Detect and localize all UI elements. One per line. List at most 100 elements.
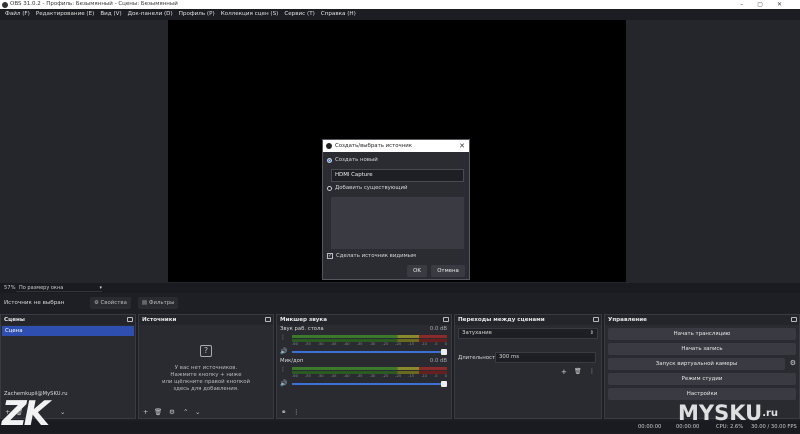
zoom-percent: 57% [4, 285, 16, 291]
level-meter [292, 367, 447, 370]
channel-menu-icon[interactable]: ⋮ [280, 334, 286, 341]
scene-item[interactable]: Сцена [2, 326, 134, 336]
existing-sources-list[interactable] [331, 197, 464, 249]
source-name-input[interactable]: HDMI Capture [331, 169, 464, 182]
sources-title: Источники [142, 317, 177, 323]
dialog-title: Создать/выбрать источник [335, 143, 412, 149]
transition-value: Затухание [462, 330, 492, 336]
menu-profile[interactable]: Профиль (P) [176, 9, 218, 20]
channel-name: Мик/доп [280, 358, 304, 364]
gear-icon[interactable]: ⚙ [790, 359, 796, 367]
menu-bar: Файл (F) Редактирование (E) Вид (V) Док-… [0, 9, 800, 20]
close-icon[interactable]: ✕ [459, 140, 465, 152]
zoom-mode-value: По размеру окна [19, 285, 64, 291]
zk-watermark-logo: ZK [2, 394, 50, 434]
menu-docks[interactable]: Док-панели (D) [125, 9, 176, 20]
volume-slider[interactable] [292, 349, 447, 355]
title-bar: OBS 31.0.2 - Профиль: Безымянный - Сцены… [0, 0, 800, 9]
transition-select[interactable]: Затухание ⇕ [458, 328, 598, 339]
empty-sources-message: ? У вас нет источников. Нажмите кнопку +… [139, 345, 273, 393]
source-name-value: HDMI Capture [335, 172, 373, 178]
source-settings-button[interactable]: ⚙ [169, 406, 175, 418]
empty-line-3: или щёлкните правой кнопкой [161, 379, 251, 385]
empty-line-2: Нажмите кнопку + ниже [170, 372, 242, 378]
mixer-dock: Микшер звука Звук раб. стола 0.0 dB ⋮ -6… [276, 314, 452, 419]
stream-timer: 00:00:00 [638, 424, 662, 430]
add-transition-button[interactable]: + [561, 368, 567, 376]
meter-ticks: -60 -55 -50 -45 -40 -35 -30 -25 -20 -15 -10 -5 0 [292, 342, 447, 346]
menu-edit[interactable]: Редактирование (E) [33, 9, 98, 20]
create-new-radio[interactable]: Создать новый [327, 157, 378, 164]
duration-input[interactable]: 300 ms [495, 352, 596, 363]
make-visible-label: Сделать источник видимым [336, 253, 416, 259]
settings-button[interactable]: Настройки [608, 388, 796, 400]
window-controls[interactable]: –▢✕ [740, 0, 796, 9]
question-icon: ? [200, 345, 212, 357]
no-source-label: Источник не выбран [4, 300, 65, 306]
start-recording-button[interactable]: Начать запись [608, 343, 796, 355]
transitions-dock: Переходы между сценами Затухание ⇕ Длите… [454, 314, 602, 419]
duration-value: 300 ms [499, 354, 520, 360]
undock-icon[interactable] [791, 317, 797, 322]
slider-knob[interactable] [441, 381, 447, 387]
move-up-button[interactable]: ⌃ [183, 406, 188, 418]
cancel-button[interactable]: Отмена [431, 265, 465, 277]
mysku-watermark-logo: MYSKU.ru [678, 401, 779, 425]
mixer-channel: Звук раб. стола 0.0 dB ⋮ -60 -55 -50 -45 -40… [277, 325, 451, 357]
create-new-label: Создать новый [335, 157, 378, 163]
volume-slider[interactable] [292, 381, 447, 387]
checkmark-icon: ✓ [327, 253, 333, 259]
properties-label: Свойства [100, 300, 127, 306]
undock-icon[interactable] [443, 317, 449, 322]
start-virtual-camera-button[interactable]: Запуск виртуальной камеры [608, 358, 785, 370]
channel-db: 0.0 dB [429, 358, 447, 364]
add-existing-label: Добавить существующий [335, 185, 408, 191]
properties-button[interactable]: ⚙ Свойства [90, 297, 131, 309]
empty-line-1: У вас нет источников. [174, 365, 238, 371]
create-source-dialog: Создать/выбрать источник ✕ Создать новый… [322, 139, 470, 280]
channel-menu-icon[interactable]: ⋮ [280, 366, 286, 373]
scenes-title: Сцены [4, 317, 25, 323]
menu-view[interactable]: Вид (V) [97, 9, 124, 20]
source-toolbar: Источник не выбран ⚙ Свойства ▤ Фильтры [0, 295, 800, 311]
filters-button[interactable]: ▤ Фильтры [138, 297, 179, 309]
ok-button[interactable]: OK [407, 265, 427, 277]
add-existing-radio[interactable]: Добавить существующий [327, 185, 408, 192]
channel-name: Звук раб. стола [280, 326, 324, 332]
move-down-button[interactable]: ⌄ [195, 406, 200, 418]
transition-menu-icon[interactable]: ⋮ [589, 368, 595, 375]
obs-app-icon [2, 1, 8, 8]
undock-icon[interactable] [593, 317, 599, 322]
duration-label: Длительность [458, 355, 499, 361]
speaker-icon[interactable]: 🔊 [280, 348, 287, 355]
undock-icon[interactable] [265, 317, 271, 322]
window-title: OBS 31.0.2 - Профиль: Безымянный - Сцены… [10, 1, 178, 7]
chevron-down-icon[interactable]: ⌄ [60, 406, 65, 418]
start-streaming-button[interactable]: Начать трансляцию [608, 328, 796, 340]
speaker-icon[interactable]: 🔊 [280, 380, 287, 387]
mixer-menu-icon[interactable]: ⋮ [293, 406, 300, 418]
obs-app-icon [326, 143, 332, 149]
transitions-title: Переходы между сценами [458, 317, 545, 323]
remove-source-button[interactable]: 🗑 [154, 406, 162, 418]
link-icon[interactable]: ⚭ [281, 406, 286, 418]
filters-label: Фильтры [148, 300, 175, 306]
meter-ticks: -60 -55 -50 -45 -40 -35 -30 -25 -20 -15 -10 -5 0 [292, 374, 447, 378]
menu-help[interactable]: Справка (H) [318, 9, 359, 20]
undock-icon[interactable] [127, 317, 133, 322]
make-visible-checkbox[interactable]: ✓ Сделать источник видимым [327, 253, 416, 260]
radio-dot [327, 186, 332, 191]
add-source-button[interactable]: + [143, 406, 148, 418]
mixer-title: Микшер звука [280, 317, 327, 323]
slider-knob[interactable] [441, 349, 447, 355]
menu-file[interactable]: Файл (F) [2, 9, 33, 20]
menu-scene-collection[interactable]: Коллекция сцен (S) [218, 9, 282, 20]
filter-icon: ▤ [142, 300, 149, 306]
chevron-down-icon: ⇕ [589, 330, 594, 336]
studio-mode-button[interactable]: Режим студии [608, 373, 796, 385]
zoom-mode-select[interactable]: По размеру окна ▾ [16, 284, 102, 292]
menu-tools[interactable]: Сервис (T) [281, 9, 317, 20]
remove-transition-button[interactable]: 🗑 [574, 368, 582, 375]
controls-title: Управление [608, 317, 647, 323]
channel-db: 0.0 dB [429, 326, 447, 332]
